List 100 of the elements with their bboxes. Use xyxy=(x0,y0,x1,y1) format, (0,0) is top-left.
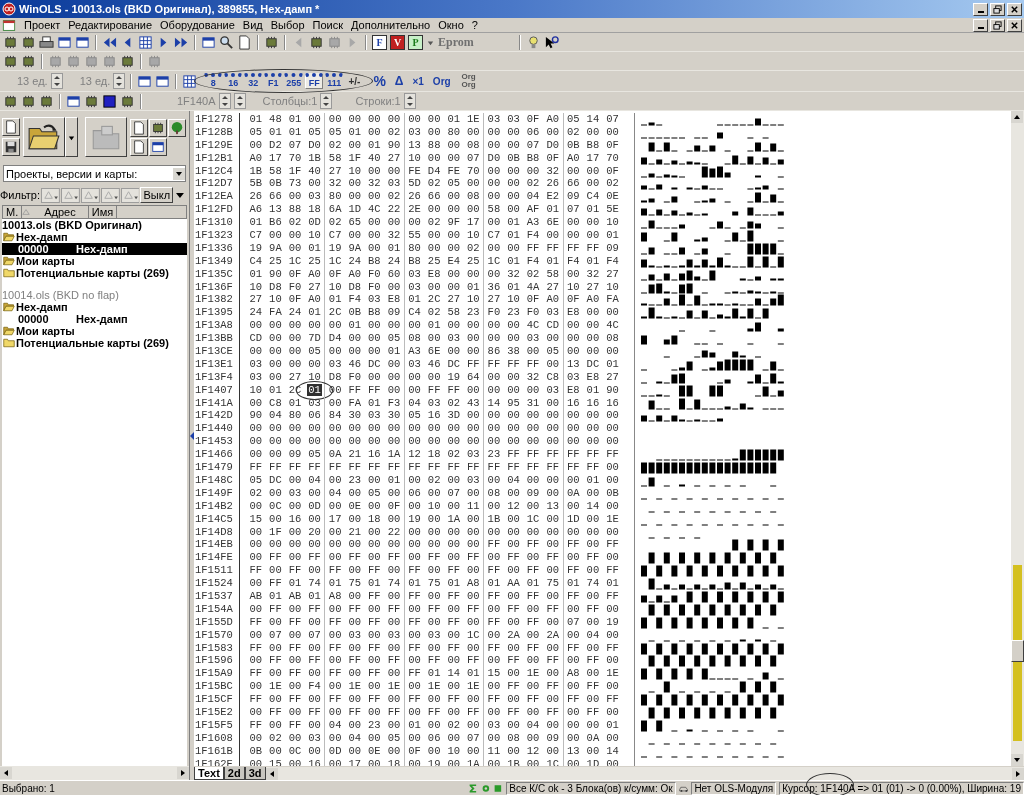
hex-byte[interactable]: 04 xyxy=(526,190,540,203)
hex-byte[interactable]: FF xyxy=(288,693,302,706)
hex-byte[interactable]: 27 xyxy=(249,293,263,306)
hex-byte[interactable]: 00 xyxy=(526,757,540,766)
hex-byte[interactable]: 00 xyxy=(507,641,520,654)
hex-byte[interactable]: 00 xyxy=(447,422,461,435)
chip-icon[interactable] xyxy=(3,93,18,109)
original-compare-button[interactable]: Org Org xyxy=(456,73,481,89)
hex-byte[interactable]: 00 xyxy=(387,512,401,525)
hex-byte[interactable]: 00 xyxy=(467,435,480,448)
close-button[interactable] xyxy=(1007,18,1022,32)
hex-byte[interactable]: E8 xyxy=(387,293,401,306)
hex-byte[interactable]: FF xyxy=(507,705,520,718)
hex-byte[interactable]: FF xyxy=(328,615,342,628)
hex-byte[interactable]: FF xyxy=(467,654,480,667)
hex-byte[interactable]: 1B xyxy=(308,151,321,164)
hex-byte[interactable]: 00 xyxy=(249,525,263,538)
hex-byte[interactable]: 00 xyxy=(526,680,540,693)
hex-byte[interactable]: 07 xyxy=(308,628,321,641)
hex-byte[interactable]: 00 xyxy=(387,693,401,706)
hex-byte[interactable]: 66 xyxy=(567,177,580,190)
hex-byte[interactable]: 00 xyxy=(507,422,520,435)
hex-byte[interactable]: 00 xyxy=(269,319,282,332)
hex-byte[interactable]: 09 xyxy=(526,486,540,499)
hex-byte[interactable]: FF xyxy=(487,615,501,628)
hex-byte[interactable]: 23 xyxy=(368,718,381,731)
hex-byte[interactable]: 00 xyxy=(487,680,501,693)
hex-byte[interactable]: 00 xyxy=(507,486,520,499)
hex-byte[interactable]: 00 xyxy=(348,718,362,731)
hex-byte[interactable]: 00 xyxy=(487,177,501,190)
hex-byte[interactable]: 10 xyxy=(467,229,480,241)
hex-byte[interactable]: FF xyxy=(408,693,421,706)
hex-byte[interactable]: 00 xyxy=(526,383,540,396)
hex-byte[interactable]: 00 xyxy=(546,538,559,551)
hex-byte[interactable]: 0F xyxy=(606,138,619,151)
hex-byte[interactable]: 02 xyxy=(387,125,401,138)
hex-byte[interactable]: 12 xyxy=(526,744,540,757)
table-icon[interactable] xyxy=(182,73,198,89)
hex-byte[interactable]: 00 xyxy=(567,602,580,615)
menu-item[interactable]: ? xyxy=(467,19,482,31)
hex-byte[interactable]: 27 xyxy=(387,151,401,164)
hex-byte[interactable]: 04 xyxy=(269,409,282,422)
hex-byte[interactable]: 10 xyxy=(308,370,321,383)
hex-byte[interactable]: D4 xyxy=(328,332,342,345)
hex-byte[interactable]: FA xyxy=(269,306,282,319)
hex-byte[interactable]: 03 xyxy=(368,409,381,422)
hex-byte[interactable]: 00 xyxy=(507,241,520,254)
hex-byte[interactable]: 00 xyxy=(269,693,282,706)
hex-byte[interactable]: 2C xyxy=(328,306,342,319)
hex-byte[interactable]: DC xyxy=(269,473,282,486)
hex-byte[interactable]: 00 xyxy=(269,229,282,241)
hex-byte[interactable]: 00 xyxy=(368,164,381,177)
hex-byte[interactable]: 0F xyxy=(288,267,302,280)
hex-byte[interactable]: 90 xyxy=(387,138,401,151)
hex-byte[interactable]: 00 xyxy=(408,757,421,766)
hex-byte[interactable]: FA xyxy=(348,396,362,409)
hex-byte[interactable]: 00 xyxy=(288,731,302,744)
hex-byte[interactable]: 27 xyxy=(328,164,342,177)
hex-byte[interactable]: 07 xyxy=(269,628,282,641)
hex-byte[interactable]: 00 xyxy=(408,113,421,125)
hex-byte[interactable]: 03 xyxy=(487,113,501,125)
hex-byte[interactable]: 05 xyxy=(308,448,321,461)
hex-byte[interactable]: 06 xyxy=(526,125,540,138)
hex-byte[interactable]: FF xyxy=(249,667,263,680)
hex-byte[interactable]: 00 xyxy=(249,654,263,667)
hex-byte[interactable]: 00 xyxy=(427,564,441,577)
hex-byte[interactable]: 05 xyxy=(368,486,381,499)
hex-byte[interactable]: 18 xyxy=(308,203,321,216)
hex-byte[interactable]: 66 xyxy=(427,190,441,203)
hex-byte[interactable]: 01 xyxy=(288,113,302,125)
hex-byte[interactable]: FF xyxy=(487,641,501,654)
hex-byte[interactable]: 25 xyxy=(269,254,282,267)
data-width-button[interactable]: 32 xyxy=(244,73,263,89)
magnifier-icon[interactable] xyxy=(219,34,234,50)
hex-byte[interactable]: 5E xyxy=(606,203,619,216)
hex-byte[interactable]: 00 xyxy=(348,435,362,448)
hex-byte[interactable]: 00 xyxy=(328,113,342,125)
hex-byte[interactable]: 00 xyxy=(269,370,282,383)
hex-byte[interactable]: 03 xyxy=(526,332,540,345)
hex-byte[interactable]: 00 xyxy=(348,693,362,706)
hex-byte[interactable]: 06 xyxy=(308,409,321,422)
hex-byte[interactable]: FF xyxy=(487,564,501,577)
hex-byte[interactable]: FF xyxy=(546,461,559,474)
hex-byte[interactable]: 00 xyxy=(328,731,342,744)
hex-byte[interactable]: 00 xyxy=(308,693,321,706)
hex-byte[interactable]: 0E xyxy=(606,190,619,203)
hex-byte[interactable]: FF xyxy=(546,680,559,693)
hex-byte[interactable]: 00 xyxy=(387,370,401,383)
hex-byte[interactable]: 00 xyxy=(606,628,619,641)
hex-byte[interactable]: 00 xyxy=(586,693,600,706)
hex-byte[interactable]: 03 xyxy=(308,731,321,744)
hex-byte[interactable]: F3 xyxy=(387,396,401,409)
hex-byte[interactable]: FF xyxy=(567,564,580,577)
hex-byte[interactable]: 00 xyxy=(387,357,401,370)
menu-item[interactable]: Редактирование xyxy=(64,19,157,31)
hex-byte[interactable]: FF xyxy=(308,705,321,718)
hex-byte[interactable]: 00 xyxy=(467,718,480,731)
spinner-arrows-icon[interactable] xyxy=(113,73,126,89)
hex-byte[interactable]: FF xyxy=(249,461,263,474)
hex-byte[interactable]: 03 xyxy=(427,396,441,409)
